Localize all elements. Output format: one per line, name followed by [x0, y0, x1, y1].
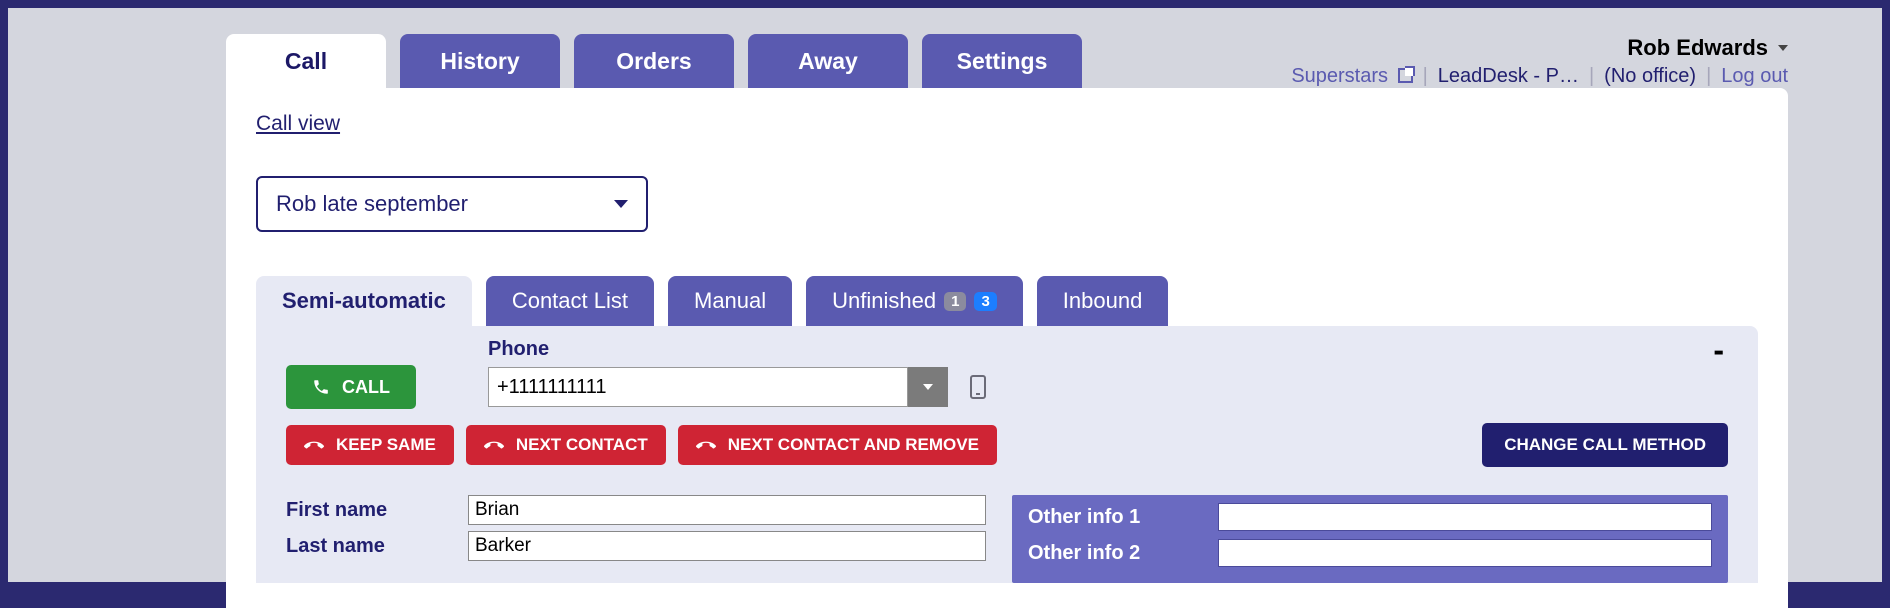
content-card: Call view Rob late september Semi-automa…: [226, 88, 1788, 608]
tab-label: Call: [285, 48, 327, 75]
collapse-button[interactable]: -: [1713, 332, 1724, 369]
tab-history[interactable]: History: [400, 34, 560, 88]
phone-label: Phone: [488, 338, 1728, 361]
first-name-input[interactable]: [468, 495, 986, 525]
subnav-call-view[interactable]: Call view: [256, 112, 340, 136]
external-link-icon: [1398, 68, 1413, 83]
tab-call[interactable]: Call: [226, 34, 386, 88]
tab-label: Away: [798, 48, 858, 75]
unfinished-badge-gray: 1: [944, 292, 966, 311]
button-label: KEEP SAME: [336, 435, 436, 455]
tab-label: Orders: [616, 48, 691, 75]
hangup-icon: [696, 439, 716, 451]
last-name-label: Last name: [286, 535, 468, 558]
mobile-icon: [970, 375, 986, 399]
mode-tab-unfinished[interactable]: Unfinished 1 3: [806, 276, 1023, 326]
office-label: (No office): [1604, 65, 1696, 88]
chevron-down-icon: [923, 384, 933, 390]
change-call-method-button[interactable]: CHANGE CALL METHOD: [1482, 423, 1728, 467]
next-contact-button[interactable]: NEXT CONTACT: [466, 425, 666, 465]
tab-settings[interactable]: Settings: [922, 34, 1082, 88]
mode-tab-label: Semi-automatic: [282, 288, 446, 314]
mode-tab-manual[interactable]: Manual: [668, 276, 792, 326]
button-label: CHANGE CALL METHOD: [1504, 435, 1706, 455]
hangup-icon: [484, 439, 504, 451]
phone-input[interactable]: [488, 367, 908, 407]
logout-link[interactable]: Log out: [1721, 65, 1788, 88]
first-name-label: First name: [286, 499, 468, 522]
hangup-icon: [304, 439, 324, 451]
next-contact-remove-button[interactable]: NEXT CONTACT AND REMOVE: [678, 425, 997, 465]
workspace-link[interactable]: Superstars: [1291, 65, 1412, 88]
mode-tab-label: Contact List: [512, 288, 628, 314]
separator: |: [1589, 65, 1594, 88]
campaign-select[interactable]: Rob late september: [256, 176, 648, 232]
mode-tab-label: Inbound: [1063, 288, 1143, 314]
user-menu[interactable]: Rob Edwards: [1291, 35, 1788, 61]
button-label: NEXT CONTACT: [516, 435, 648, 455]
call-panel: - Phone CALL KEEP SAME: [256, 326, 1758, 583]
mode-tab-inbound[interactable]: Inbound: [1037, 276, 1169, 326]
last-name-input[interactable]: [468, 531, 986, 561]
tab-label: History: [440, 48, 519, 75]
contact-form-left: First name Last name: [286, 495, 986, 583]
other-info-2-input[interactable]: [1218, 539, 1712, 567]
workspace-link-label: Superstars: [1291, 65, 1388, 87]
mode-tab-label: Manual: [694, 288, 766, 314]
tab-label: Settings: [957, 48, 1048, 75]
separator: |: [1423, 65, 1428, 88]
user-name: Rob Edwards: [1627, 35, 1768, 61]
tab-away[interactable]: Away: [748, 34, 908, 88]
call-button-label: CALL: [342, 377, 390, 398]
caret-down-icon: [1778, 45, 1788, 51]
call-button[interactable]: CALL: [286, 365, 416, 409]
phone-dropdown[interactable]: [908, 367, 948, 407]
keep-same-button[interactable]: KEEP SAME: [286, 425, 454, 465]
contact-form-right: Other info 1 Other info 2: [1012, 495, 1728, 583]
campaign-selected-label: Rob late september: [276, 191, 468, 217]
mode-tab-contact-list[interactable]: Contact List: [486, 276, 654, 326]
chevron-down-icon: [614, 200, 628, 208]
app-name: LeadDesk - P…: [1438, 65, 1579, 88]
mode-tab-bar: Semi-automatic Contact List Manual Unfin…: [256, 276, 1758, 326]
other-info-2-label: Other info 2: [1028, 542, 1218, 565]
mode-tab-label: Unfinished: [832, 288, 936, 314]
unfinished-badge-blue: 3: [974, 292, 996, 311]
main-tab-bar: Call History Orders Away Settings Rob Ed…: [226, 34, 1788, 88]
other-info-1-input[interactable]: [1218, 503, 1712, 531]
separator: |: [1706, 65, 1711, 88]
button-label: NEXT CONTACT AND REMOVE: [728, 435, 979, 455]
other-info-1-label: Other info 1: [1028, 506, 1218, 529]
mode-tab-semi-automatic[interactable]: Semi-automatic: [256, 276, 472, 326]
tab-orders[interactable]: Orders: [574, 34, 734, 88]
phone-icon: [312, 378, 330, 396]
header-right: Rob Edwards Superstars | LeadDesk - P… |…: [1291, 35, 1788, 88]
